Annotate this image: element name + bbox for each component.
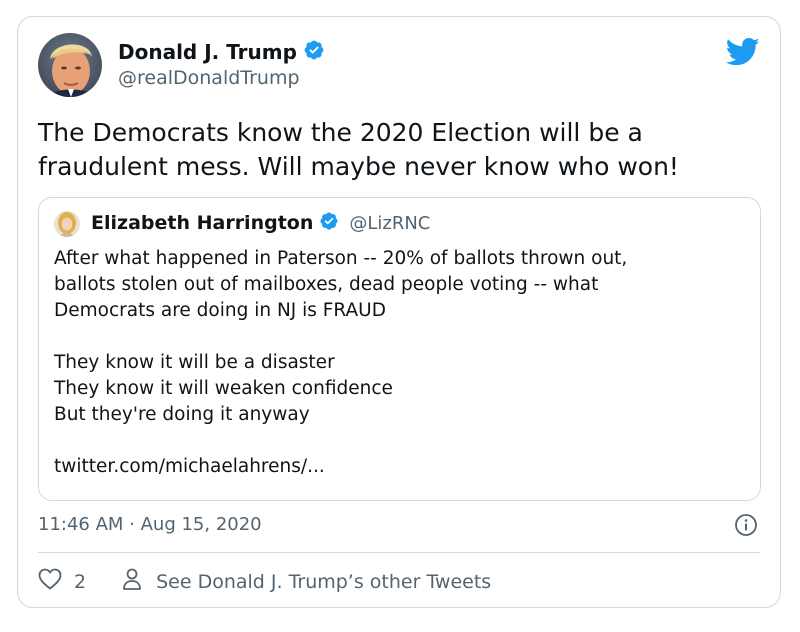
quoted-author-handle[interactable]: @LizRNC bbox=[349, 213, 430, 234]
tweet-actions: 2 See Donald J. Trump’s other Tweets bbox=[38, 567, 491, 596]
author-name-row[interactable]: Donald J. Trump bbox=[118, 39, 325, 65]
quoted-text-line bbox=[54, 324, 744, 350]
quoted-author-avatar[interactable] bbox=[54, 211, 80, 237]
see-other-tweets-link[interactable]: See Donald J. Trump’s other Tweets bbox=[122, 567, 491, 596]
tweet-text-line: fraudulent mess. Will maybe never know w… bbox=[38, 152, 679, 181]
person-icon bbox=[122, 567, 142, 596]
quoted-text-line: Democrats are doing in NJ is FRAUD bbox=[54, 300, 386, 321]
tweet-text: The Democrats know the 2020 Election wil… bbox=[38, 116, 758, 184]
quoted-tweet-link[interactable]: twitter.com/michaelahrens/... bbox=[54, 454, 744, 480]
verified-badge-icon bbox=[303, 39, 325, 65]
info-icon[interactable] bbox=[734, 513, 758, 537]
quoted-text-line bbox=[54, 428, 744, 454]
author-handle[interactable]: @realDonaldTrump bbox=[118, 67, 300, 89]
verified-badge-icon bbox=[319, 211, 339, 235]
see-other-tweets-label[interactable]: See Donald J. Trump’s other Tweets bbox=[156, 571, 491, 593]
tweet-card: Donald J. Trump @realDonaldTrump The Dem… bbox=[17, 16, 781, 608]
quoted-text-line: But they're doing it anyway bbox=[54, 404, 310, 425]
quoted-author-name[interactable]: Elizabeth Harrington bbox=[91, 212, 313, 234]
quoted-text-line: They know it will be a disaster bbox=[54, 352, 335, 373]
quoted-text-line: They know it will weaken confidence bbox=[54, 378, 393, 399]
tweet-timestamp[interactable]: 11:46 AM · Aug 15, 2020 bbox=[38, 514, 262, 535]
heart-icon bbox=[38, 568, 62, 595]
quoted-tweet-text: After what happened in Paterson -- 20% o… bbox=[54, 246, 744, 480]
like-count: 2 bbox=[74, 570, 87, 593]
quoted-text-line: ballots stolen out of mailboxes, dead pe… bbox=[54, 274, 599, 295]
author-avatar[interactable] bbox=[38, 33, 102, 97]
divider bbox=[38, 552, 760, 553]
twitter-bird-icon[interactable] bbox=[725, 37, 760, 67]
author-name[interactable]: Donald J. Trump bbox=[118, 40, 297, 64]
quoted-author-row[interactable]: Elizabeth Harrington @LizRNC bbox=[91, 211, 430, 235]
tweet-text-line: The Democrats know the 2020 Election wil… bbox=[38, 118, 643, 147]
quoted-tweet[interactable]: Elizabeth Harrington @LizRNC After what … bbox=[38, 197, 761, 501]
quoted-text-line: After what happened in Paterson -- 20% o… bbox=[54, 248, 628, 269]
like-button[interactable]: 2 bbox=[38, 568, 86, 595]
